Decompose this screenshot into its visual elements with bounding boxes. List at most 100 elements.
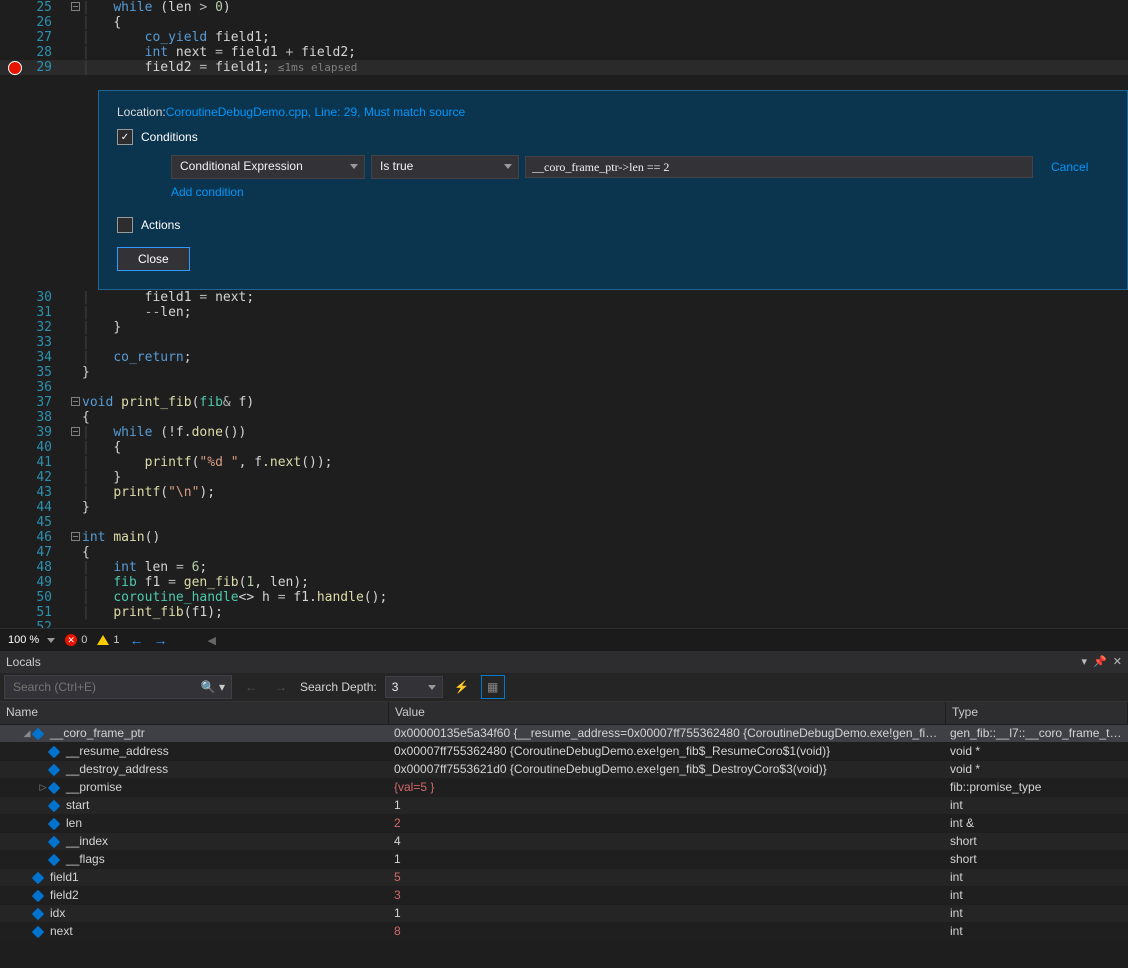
code-line[interactable]: 49| fib f1 = gen_fib(1, len); [0, 575, 1128, 590]
code-line[interactable]: 47{ [0, 545, 1128, 560]
close-icon[interactable]: ✕ [1113, 651, 1122, 673]
col-name-header[interactable]: Name [0, 702, 389, 724]
locals-row[interactable]: start1int [0, 797, 1128, 815]
code-line[interactable]: 37void print_fib(fib& f) [0, 395, 1128, 410]
code-line[interactable]: 31| --len; [0, 305, 1128, 320]
search-box[interactable]: 🔍 ▾ [4, 675, 232, 699]
search-prev-icon[interactable]: ← [240, 676, 262, 698]
close-button[interactable]: Close [117, 247, 190, 271]
condition-expression-input[interactable] [525, 156, 1033, 178]
variable-value[interactable]: 1 [388, 797, 944, 814]
variable-value[interactable]: 2 [388, 815, 944, 832]
fold-icon[interactable] [68, 395, 82, 410]
variable-icon [48, 763, 61, 776]
code-line[interactable]: 39| while (!f.done()) [0, 425, 1128, 440]
variable-type: short [944, 833, 1128, 850]
search-icon[interactable]: 🔍 ▾ [201, 680, 225, 694]
locals-row[interactable]: ◢__coro_frame_ptr0x00000135e5a34f60 {__r… [0, 725, 1128, 743]
code-line[interactable]: 52 [0, 620, 1128, 628]
search-next-icon[interactable]: → [270, 676, 292, 698]
locals-row[interactable]: __flags1short [0, 851, 1128, 869]
conditions-checkbox[interactable]: ✓ [117, 129, 133, 145]
variable-value[interactable]: 1 [388, 851, 944, 868]
code-line[interactable]: 34| co_return; [0, 350, 1128, 365]
variable-value[interactable]: 5 [388, 869, 944, 886]
location-link[interactable]: CoroutineDebugDemo.cpp, Line: 29, Must m… [166, 105, 466, 119]
search-depth-dropdown[interactable]: 3 [385, 676, 443, 698]
code-line[interactable]: 46int main() [0, 530, 1128, 545]
code-line[interactable]: 41| printf("%d ", f.next()); [0, 455, 1128, 470]
locals-grid[interactable]: Name Value Type ◢__coro_frame_ptr0x00000… [0, 702, 1128, 941]
variable-value[interactable]: 3 [388, 887, 944, 904]
code-line[interactable]: 35} [0, 365, 1128, 380]
locals-row[interactable]: __destroy_address0x00007ff7553621d0 {Cor… [0, 761, 1128, 779]
locals-row[interactable]: field15int [0, 869, 1128, 887]
variable-value[interactable]: 1 [388, 905, 944, 922]
breakpoint-settings-panel: Location: CoroutineDebugDemo.cpp, Line: … [98, 90, 1128, 290]
code-line[interactable]: 28| int next = field1 + field2; [0, 45, 1128, 60]
locals-row[interactable]: field23int [0, 887, 1128, 905]
pin-icon[interactable]: 📌 [1093, 651, 1107, 673]
variable-value[interactable]: 8 [388, 923, 944, 940]
variable-type: gen_fib::__l7::__coro_frame_type * [944, 725, 1128, 742]
window-menu-icon[interactable]: ▾ [1082, 651, 1088, 673]
filter-icon[interactable]: ⚡ [451, 676, 473, 698]
nav-back-icon[interactable]: ← [129, 632, 143, 648]
code-line[interactable]: 43| printf("\n"); [0, 485, 1128, 500]
variable-value[interactable]: 0x00007ff755362480 {CoroutineDebugDemo.e… [388, 743, 944, 760]
grid-header[interactable]: Name Value Type [0, 702, 1128, 725]
code-line[interactable]: 38{ [0, 410, 1128, 425]
code-editor[interactable]: 25| while (len > 0)26| {27| co_yield fie… [0, 0, 1128, 628]
code-line[interactable]: 51| print_fib(f1); [0, 605, 1128, 620]
nav-forward-icon[interactable]: → [153, 632, 167, 648]
fold-icon[interactable] [68, 530, 82, 545]
fold-icon[interactable] [68, 425, 82, 440]
zoom-level[interactable]: 100 % [8, 634, 55, 646]
locals-row[interactable]: __resume_address0x00007ff755362480 {Coro… [0, 743, 1128, 761]
actions-checkbox[interactable] [117, 217, 133, 233]
code-line[interactable]: 36 [0, 380, 1128, 395]
code-line[interactable]: 33| [0, 335, 1128, 350]
condition-operator-dropdown[interactable]: Is true [371, 155, 519, 179]
code-line[interactable]: 45 [0, 515, 1128, 530]
col-value-header[interactable]: Value [389, 702, 946, 724]
conditions-label: Conditions [141, 130, 198, 144]
variable-value[interactable]: 4 [388, 833, 944, 850]
code-line[interactable]: 26| { [0, 15, 1128, 30]
locals-row[interactable]: ▷__promise{val=5 }fib::promise_type [0, 779, 1128, 797]
code-line[interactable]: 30| field1 = next; [0, 290, 1128, 305]
breakpoint-icon[interactable] [8, 61, 22, 75]
variable-value[interactable]: 0x00007ff7553621d0 {CoroutineDebugDemo.e… [388, 761, 944, 778]
locals-row[interactable]: __index4short [0, 833, 1128, 851]
code-line[interactable]: 32| } [0, 320, 1128, 335]
location-label: Location: [117, 105, 166, 119]
locals-title-bar[interactable]: Locals ▾ 📌 ✕ [0, 651, 1128, 673]
scroll-left-icon[interactable]: ◀ [207, 634, 215, 647]
locals-row[interactable]: len2int & [0, 815, 1128, 833]
code-line[interactable]: 44} [0, 500, 1128, 515]
expand-icon[interactable]: ◢ [22, 725, 32, 742]
error-count[interactable]: ✕0 [65, 634, 87, 646]
code-line[interactable]: 40| { [0, 440, 1128, 455]
fold-icon[interactable] [68, 0, 82, 15]
add-condition-link[interactable]: Add condition [171, 185, 244, 199]
variable-type: int [944, 923, 1128, 940]
locals-row[interactable]: next8int [0, 923, 1128, 941]
code-line[interactable]: 50| coroutine_handle<> h = f1.handle(); [0, 590, 1128, 605]
expand-icon[interactable]: ▷ [38, 779, 48, 796]
code-line[interactable]: 27| co_yield field1; [0, 30, 1128, 45]
variable-type: short [944, 851, 1128, 868]
code-line[interactable]: 25| while (len > 0) [0, 0, 1128, 15]
cancel-link[interactable]: Cancel [1051, 160, 1088, 174]
col-type-header[interactable]: Type [946, 702, 1128, 724]
condition-type-dropdown[interactable]: Conditional Expression [171, 155, 365, 179]
variable-value[interactable]: {val=5 } [388, 779, 944, 796]
code-line[interactable]: 42| } [0, 470, 1128, 485]
variable-value[interactable]: 0x00000135e5a34f60 {__resume_address=0x0… [388, 725, 944, 742]
view-mode-icon[interactable]: ▦ [481, 675, 505, 699]
search-input[interactable] [11, 679, 185, 695]
code-line[interactable]: 48| int len = 6; [0, 560, 1128, 575]
code-line[interactable]: 29| field2 = field1;≤1ms elapsed [0, 60, 1128, 75]
locals-row[interactable]: idx1int [0, 905, 1128, 923]
warning-count[interactable]: 1 [97, 634, 119, 646]
